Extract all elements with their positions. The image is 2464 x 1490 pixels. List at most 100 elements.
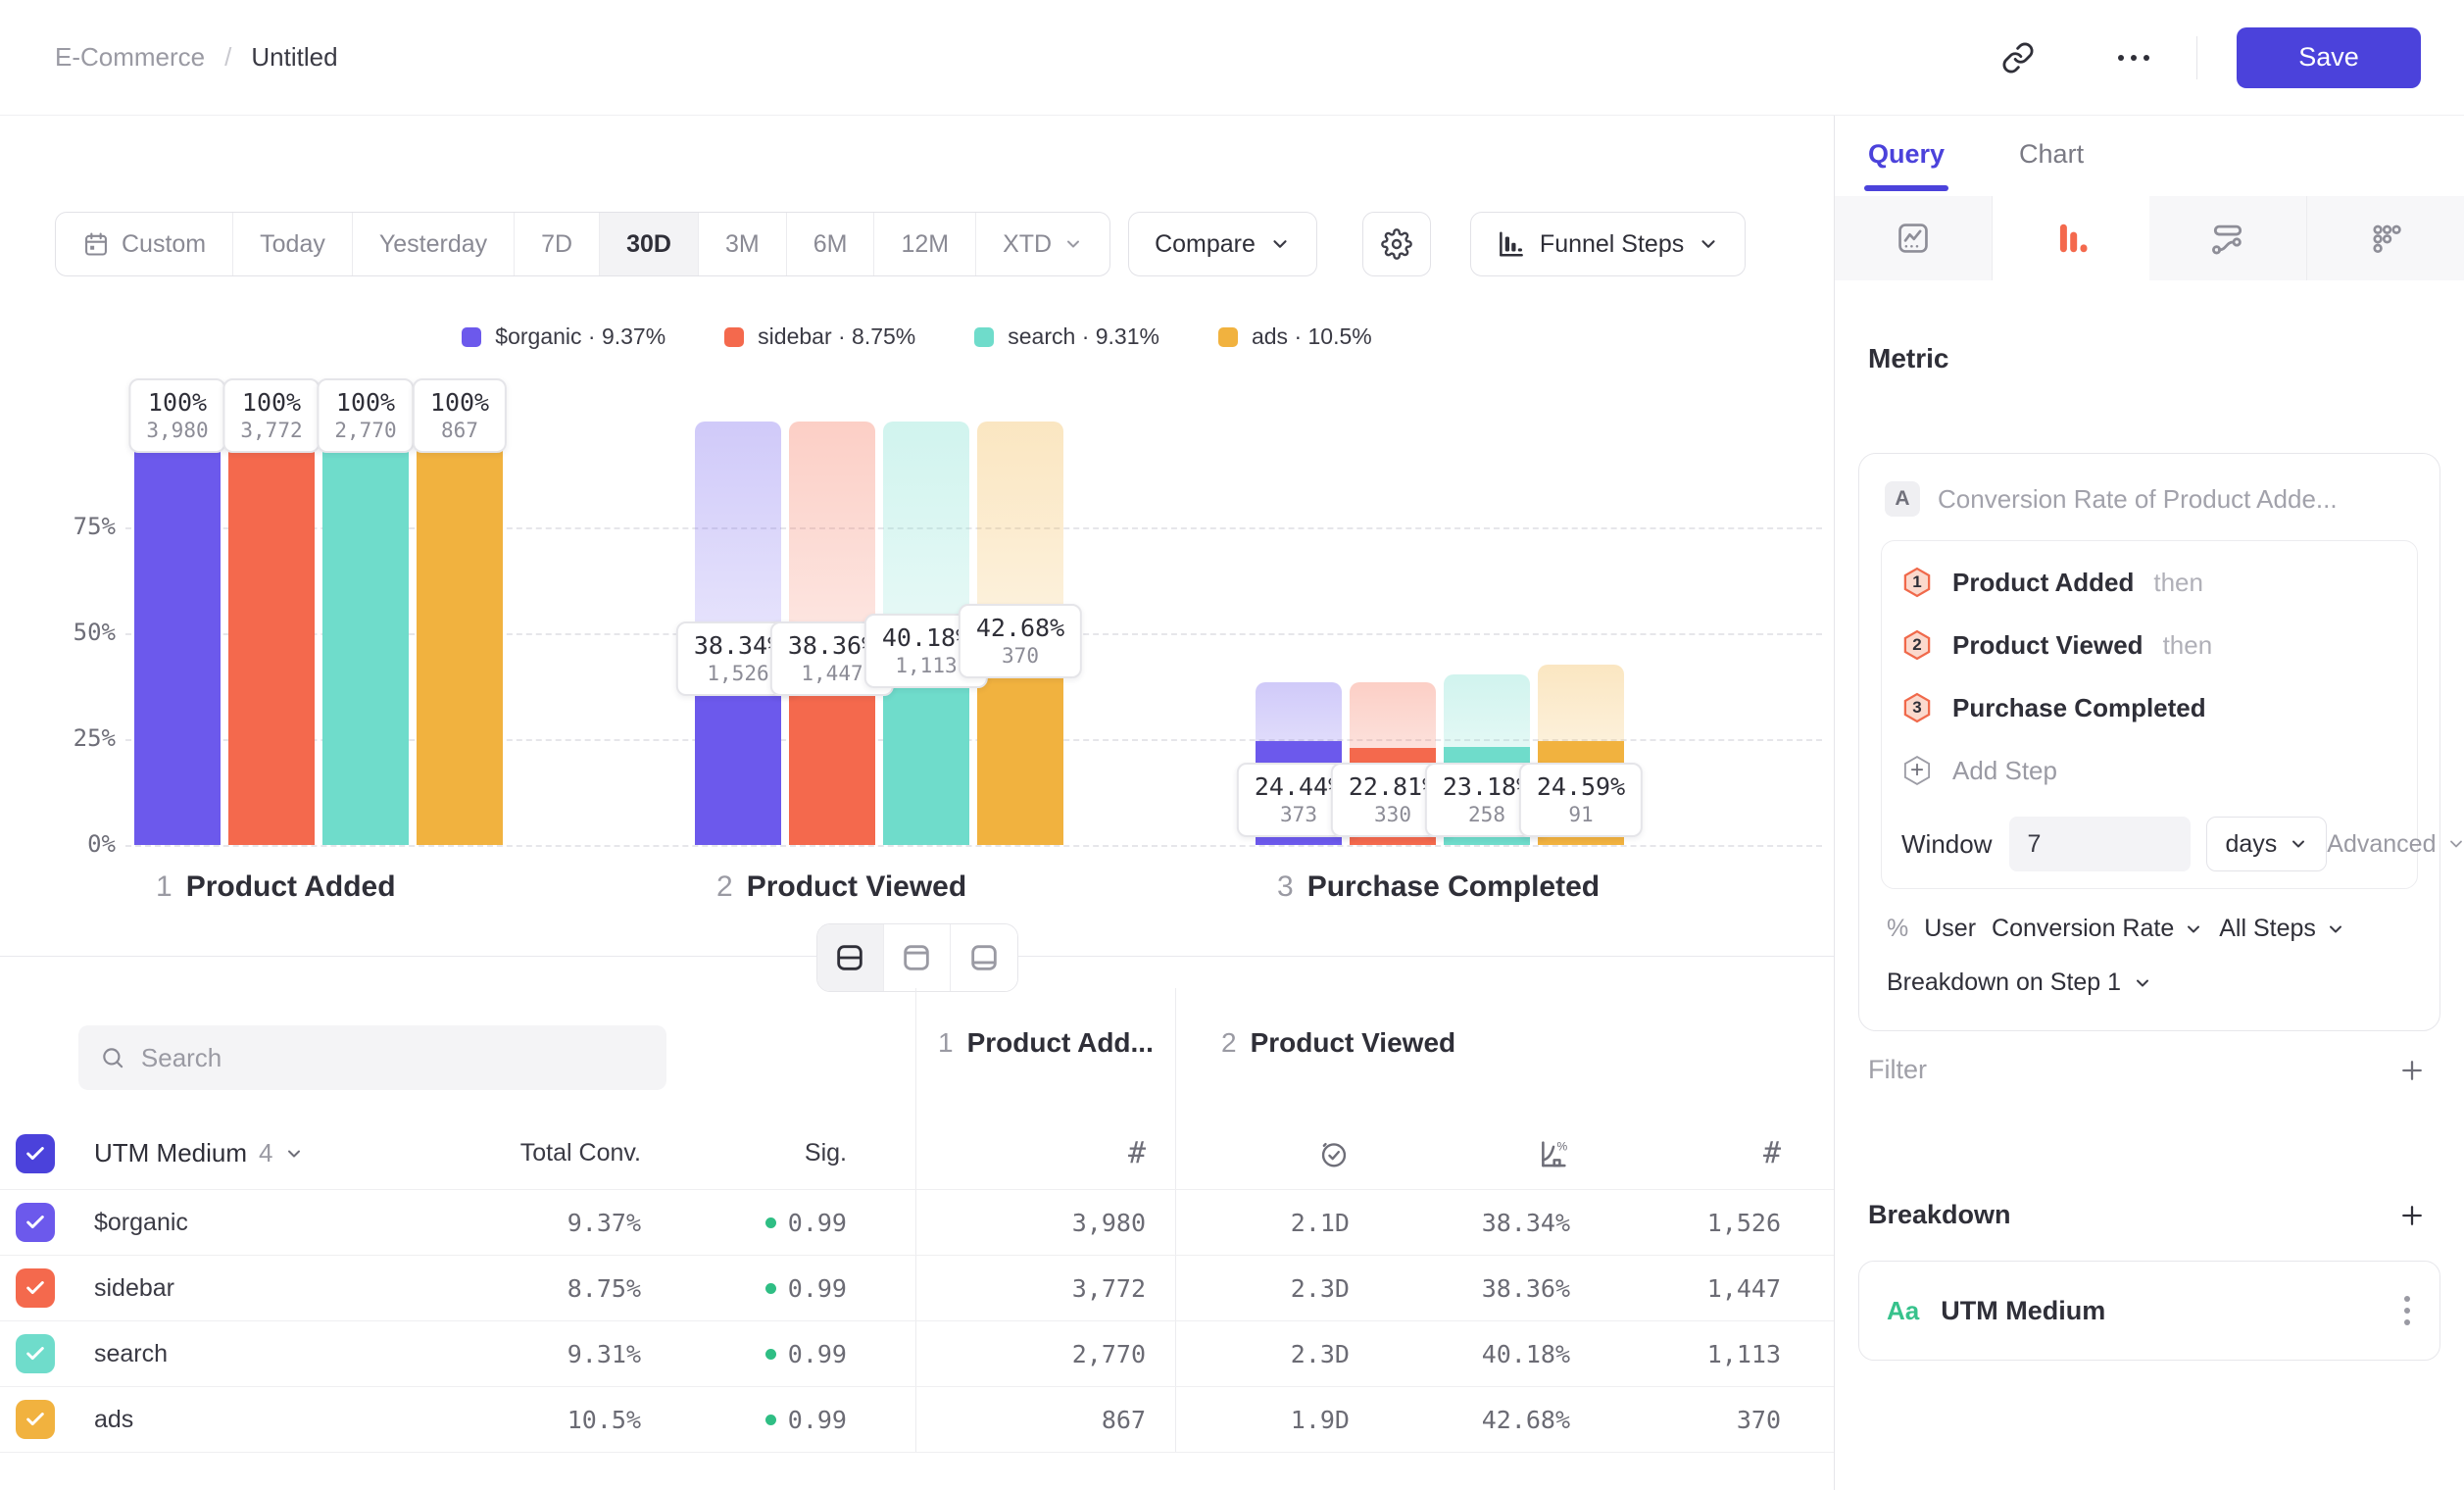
chart-settings-button[interactable] [1362, 212, 1431, 276]
legend-item[interactable]: ads · 10.5% [1218, 323, 1372, 350]
tab-retention[interactable] [2307, 196, 2464, 280]
row-checkbox[interactable] [16, 1203, 55, 1242]
step1-label: Product Add... [967, 1027, 1154, 1059]
window-value-input[interactable] [2009, 817, 2191, 871]
window-unit-dropdown[interactable]: days [2206, 817, 2327, 871]
column-step1-count[interactable]: # [915, 1118, 1175, 1189]
legend-item[interactable]: $organic · 9.37% [462, 323, 665, 350]
breadcrumb-title[interactable]: Untitled [251, 42, 337, 73]
filter-section: Filter [1868, 1055, 2427, 1085]
breakdown-group-header[interactable]: UTM Medium 4 [78, 1118, 474, 1189]
row-step1-count: 3,772 [915, 1256, 1175, 1320]
breakdown-options-button[interactable] [2398, 1290, 2416, 1331]
select-all-checkbox[interactable] [16, 1134, 55, 1173]
column-avg-time[interactable] [1175, 1118, 1361, 1189]
bar-percent: 100% [430, 388, 489, 417]
metric-title-row[interactable]: A Conversion Rate of Product Adde... [1881, 475, 2418, 540]
funnel-bar-organic[interactable]: 100%3,980 [134, 422, 221, 845]
query-step-2[interactable]: 2Product Viewedthen [1901, 614, 2397, 676]
query-step-1[interactable]: 1Product Addedthen [1901, 551, 2397, 614]
check-icon [25, 1343, 46, 1365]
top-bar: E-Commerce / Untitled Save [0, 0, 2464, 116]
significance-dot [765, 1349, 776, 1360]
column-sig[interactable]: Sig. [641, 1118, 847, 1189]
measure-scope-dropdown[interactable]: All Steps [2219, 915, 2345, 943]
funnel-bar-sidebar[interactable]: 100%3,772 [228, 422, 315, 845]
more-options-button[interactable] [2110, 34, 2157, 81]
date-range-6m[interactable]: 6M [787, 213, 875, 275]
row-checkbox[interactable] [16, 1334, 55, 1373]
measure-user[interactable]: User [1924, 915, 1976, 943]
chevron-down-icon [2289, 834, 2308, 854]
query-step-3[interactable]: 3Purchase Completed [1901, 676, 2397, 739]
view-toggle-table-only-view[interactable] [951, 924, 1017, 991]
copy-link-button[interactable] [1995, 34, 2042, 81]
compare-button[interactable]: Compare [1128, 212, 1317, 276]
tab-insights[interactable] [1835, 196, 1993, 280]
breakdown-property-card[interactable]: Aa UTM Medium [1858, 1261, 2440, 1361]
add-filter-button[interactable] [2397, 1056, 2427, 1085]
date-range-label: XTD [1003, 230, 1052, 259]
date-range-3m[interactable]: 3M [699, 213, 787, 275]
date-range-7d[interactable]: 7D [515, 213, 600, 275]
funnel-bar-ads[interactable]: 42.68%370 [977, 422, 1063, 845]
funnel-bar-search[interactable]: 40.18%1,113 [883, 422, 969, 845]
breadcrumb-project[interactable]: E-Commerce [55, 42, 205, 73]
tab-query[interactable]: Query [1868, 139, 1945, 191]
funnel-bar-search[interactable]: 23.18%258 [1444, 422, 1530, 845]
date-range-custom[interactable]: Custom [56, 213, 233, 275]
view-toggle-split-view[interactable] [817, 924, 884, 991]
legend-item[interactable]: sidebar · 8.75% [724, 323, 915, 350]
table-search[interactable] [78, 1025, 666, 1090]
measure-metric-label: Conversion Rate [1992, 915, 2174, 943]
measure-metric-dropdown[interactable]: Conversion Rate [1992, 915, 2203, 943]
column-total-conv[interactable]: Total Conv. [474, 1118, 641, 1189]
funnel-bar-sidebar[interactable]: 22.81%330 [1350, 422, 1436, 845]
chevron-down-icon [2133, 973, 2152, 993]
legend-swatch [724, 327, 744, 347]
funnel-bar-sidebar[interactable]: 38.36%1,447 [789, 422, 875, 845]
tab-funnels[interactable] [1993, 196, 2149, 280]
advanced-dropdown[interactable]: Advanced [2327, 830, 2464, 859]
hash-icon: # [1763, 1136, 1781, 1170]
chart-type-dropdown[interactable]: Funnel Steps [1470, 212, 1746, 276]
funnel-bar-organic[interactable]: 38.34%1,526 [695, 422, 781, 845]
column-step2-count[interactable]: # [1582, 1118, 1793, 1189]
add-step-button[interactable]: + Add Step [1901, 739, 2397, 802]
table-row-ads: ads10.5%0.998671.9D42.68%370 [0, 1387, 1834, 1453]
date-range-today[interactable]: Today [233, 213, 353, 275]
bar-count: 330 [1349, 803, 1437, 826]
view-toggle-chart-only-view[interactable] [884, 924, 951, 991]
step-title: Product Added [186, 870, 396, 904]
funnel-bar-ads[interactable]: 100%867 [417, 422, 503, 845]
row-checkbox[interactable] [16, 1268, 55, 1308]
legend-swatch [974, 327, 994, 347]
funnel-bar-organic[interactable]: 24.44%373 [1256, 422, 1342, 845]
metric-section-heading: Metric [1868, 343, 1948, 374]
link-icon [2001, 41, 2035, 74]
tab-flows[interactable] [2149, 196, 2307, 280]
bar-converted [417, 422, 503, 845]
date-range-xtd[interactable]: XTD [976, 213, 1109, 275]
funnel-bar-ads[interactable]: 24.59%91 [1538, 422, 1624, 845]
tab-chart[interactable]: Chart [2019, 139, 2084, 191]
funnel-step-label: 3Purchase Completed [1277, 870, 1600, 904]
date-range-12m[interactable]: 12M [874, 213, 976, 275]
save-button[interactable]: Save [2237, 27, 2421, 88]
legend-item[interactable]: search · 9.31% [974, 323, 1159, 350]
row-conversion: 38.36% [1361, 1256, 1582, 1320]
row-checkbox[interactable] [16, 1400, 55, 1439]
date-range-yesterday[interactable]: Yesterday [353, 213, 515, 275]
panel-tabs: Query Chart [1868, 139, 2084, 191]
chart-type-label: Funnel Steps [1540, 230, 1684, 259]
add-breakdown-button[interactable] [2397, 1201, 2427, 1230]
bar-converted [134, 422, 221, 845]
breadcrumb-separator: / [224, 42, 231, 73]
breakdown-on-step-dropdown[interactable]: Breakdown on Step 1 [1881, 943, 2418, 1020]
column-conversion[interactable]: % [1361, 1118, 1582, 1189]
date-range-30d[interactable]: 30D [600, 213, 699, 275]
search-input[interactable] [141, 1043, 645, 1073]
bar-percent: 100% [146, 388, 208, 417]
funnel-bar-search[interactable]: 100%2,770 [322, 422, 409, 845]
gear-icon [1381, 228, 1412, 260]
